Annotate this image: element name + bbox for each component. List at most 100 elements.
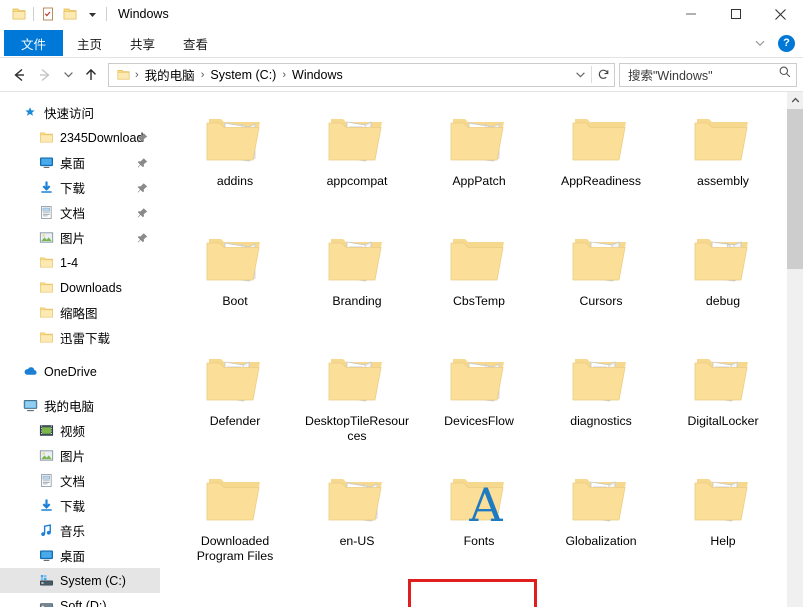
file-item-label: DigitalLocker <box>687 414 759 428</box>
properties-icon[interactable] <box>37 3 59 25</box>
file-item[interactable]: CbsTemp <box>418 220 540 340</box>
file-item-label: DesktopTileResources <box>304 414 410 443</box>
file-item-label: Defender <box>209 414 261 428</box>
file-item[interactable]: diagnostics <box>540 340 662 460</box>
tab-view[interactable]: 查看 <box>169 30 222 56</box>
sidebar-item-[interactable]: 桌面 <box>0 150 160 175</box>
sidebar-item-downloads[interactable]: Downloads <box>0 275 160 300</box>
maximize-button[interactable] <box>713 0 758 28</box>
refresh-icon[interactable] <box>592 64 614 86</box>
drive-icon <box>38 598 54 607</box>
folder-icon <box>38 255 54 271</box>
forward-button[interactable] <box>32 62 58 88</box>
minimize-button[interactable] <box>668 0 713 28</box>
file-item[interactable]: assembly <box>662 100 784 220</box>
scrollbar-thumb[interactable] <box>787 109 803 269</box>
window-title: Windows <box>118 7 169 21</box>
navigation-pane[interactable]: 快速访问 2345Download 桌面 下载 文档 图片 1-4 Downloads 缩略图迅… <box>0 92 160 607</box>
chevron-down-icon[interactable] <box>81 3 103 25</box>
sidebar-item-[interactable]: 桌面 <box>0 543 160 568</box>
search-icon[interactable] <box>778 65 792 84</box>
vertical-scrollbar[interactable] <box>787 92 803 607</box>
chevron-down-icon[interactable] <box>750 33 770 53</box>
pin-icon[interactable] <box>137 232 148 243</box>
sidebar-item-label: 快速访问 <box>44 107 95 121</box>
chevron-up-icon[interactable] <box>787 92 803 109</box>
file-item-label: Boot <box>222 294 248 308</box>
help-icon[interactable]: ? <box>778 34 795 52</box>
file-item[interactable]: Boot <box>174 220 296 340</box>
sidebar-item-[interactable]: 迅雷下载 <box>0 325 160 350</box>
sidebar-item-[interactable]: 文档 <box>0 200 160 225</box>
sidebar-item-2345download[interactable]: 2345Download <box>0 125 160 150</box>
address-dropdown-icon[interactable] <box>569 64 591 86</box>
file-item[interactable]: Defender <box>174 340 296 460</box>
sidebar-item-[interactable]: 下载 <box>0 175 160 200</box>
sidebar-item-label: 2345Download <box>60 130 144 145</box>
file-item[interactable]: DevicesFlow <box>418 340 540 460</box>
pin-icon[interactable] <box>137 157 148 168</box>
breadcrumb-bar[interactable]: › 我的电脑 › System (C:) › Windows <box>108 62 615 87</box>
breadcrumb-item-2[interactable]: Windows <box>287 68 348 82</box>
folder-icon[interactable] <box>8 3 30 25</box>
file-item-label: Help <box>710 534 736 548</box>
file-item[interactable]: DigitalLocker <box>662 340 784 460</box>
file-item[interactable]: appcompat <box>296 100 418 220</box>
file-item[interactable]: AppReadiness <box>540 100 662 220</box>
sidebar-item-[interactable]: 图片 <box>0 443 160 468</box>
folder-icon <box>114 67 134 82</box>
file-item[interactable]: en-US <box>296 460 418 580</box>
file-item[interactable]: addins <box>174 100 296 220</box>
sidebar-item-1-4[interactable]: 1-4 <box>0 250 160 275</box>
folder-plain-icon <box>442 226 516 292</box>
file-item[interactable]: AppPatch <box>418 100 540 220</box>
sidebar-item-[interactable]: 文档 <box>0 468 160 493</box>
pin-icon[interactable] <box>137 182 148 193</box>
sidebar-item-label: 文档 <box>60 475 86 489</box>
file-item-label: Downloaded Program Files <box>196 534 274 563</box>
file-item[interactable]: Globalization <box>540 460 662 580</box>
file-item[interactable]: A Fonts <box>418 460 540 580</box>
up-button[interactable] <box>78 62 104 88</box>
sidebar-item-[interactable]: 图片 <box>0 225 160 250</box>
folder-icon <box>38 130 54 146</box>
file-item-label: en-US <box>339 534 375 548</box>
sidebar-item-[interactable]: 音乐 <box>0 518 160 543</box>
back-button[interactable] <box>6 62 32 88</box>
folder-plain-icon <box>198 466 272 532</box>
sidebar-item-label: OneDrive <box>44 364 97 379</box>
sidebar-item-[interactable]: 我的电脑 <box>0 393 160 418</box>
tab-file[interactable]: 文件 <box>4 30 64 56</box>
sidebar-item-onedrive[interactable]: OneDrive <box>0 359 160 384</box>
file-item[interactable]: Downloaded Program Files <box>174 460 296 580</box>
recent-locations-button[interactable] <box>58 62 78 88</box>
breadcrumb-item-0[interactable]: 我的电脑 <box>140 65 200 84</box>
file-item[interactable]: DesktopTileResources <box>296 340 418 460</box>
search-input[interactable]: 搜索"Windows" <box>628 65 778 84</box>
sidebar-item-[interactable]: 缩略图 <box>0 300 160 325</box>
breadcrumb-item-1[interactable]: System (C:) <box>205 68 281 82</box>
sidebar-item-label: System (C:) <box>60 573 126 588</box>
file-item[interactable]: Cursors <box>540 220 662 340</box>
search-box[interactable]: 搜索"Windows" <box>619 62 797 87</box>
file-item[interactable]: Help <box>662 460 784 580</box>
new-folder-icon[interactable] <box>59 3 81 25</box>
tab-home[interactable]: 主页 <box>63 30 116 56</box>
folder-doc-icon <box>320 466 394 532</box>
sidebar-item-[interactable]: 下载 <box>0 493 160 518</box>
sidebar-item-[interactable]: 快速访问 <box>0 100 160 125</box>
file-item[interactable]: Branding <box>296 220 418 340</box>
tab-share[interactable]: 共享 <box>116 30 169 56</box>
file-list-pane[interactable]: addins appcompat AppPatch AppReadiness assem… <box>160 92 803 607</box>
folder-icon <box>38 280 54 296</box>
sidebar-item-system-c[interactable]: System (C:) <box>0 568 160 593</box>
folder-font-icon: A <box>442 466 516 532</box>
sidebar-item-soft-d[interactable]: Soft (D:) <box>0 593 160 607</box>
sidebar-item-[interactable]: 视频 <box>0 418 160 443</box>
pin-icon[interactable] <box>137 207 148 218</box>
toolbar-divider <box>33 7 34 21</box>
file-item[interactable]: debug <box>662 220 784 340</box>
pin-icon[interactable] <box>137 132 148 143</box>
close-button[interactable] <box>758 0 803 28</box>
